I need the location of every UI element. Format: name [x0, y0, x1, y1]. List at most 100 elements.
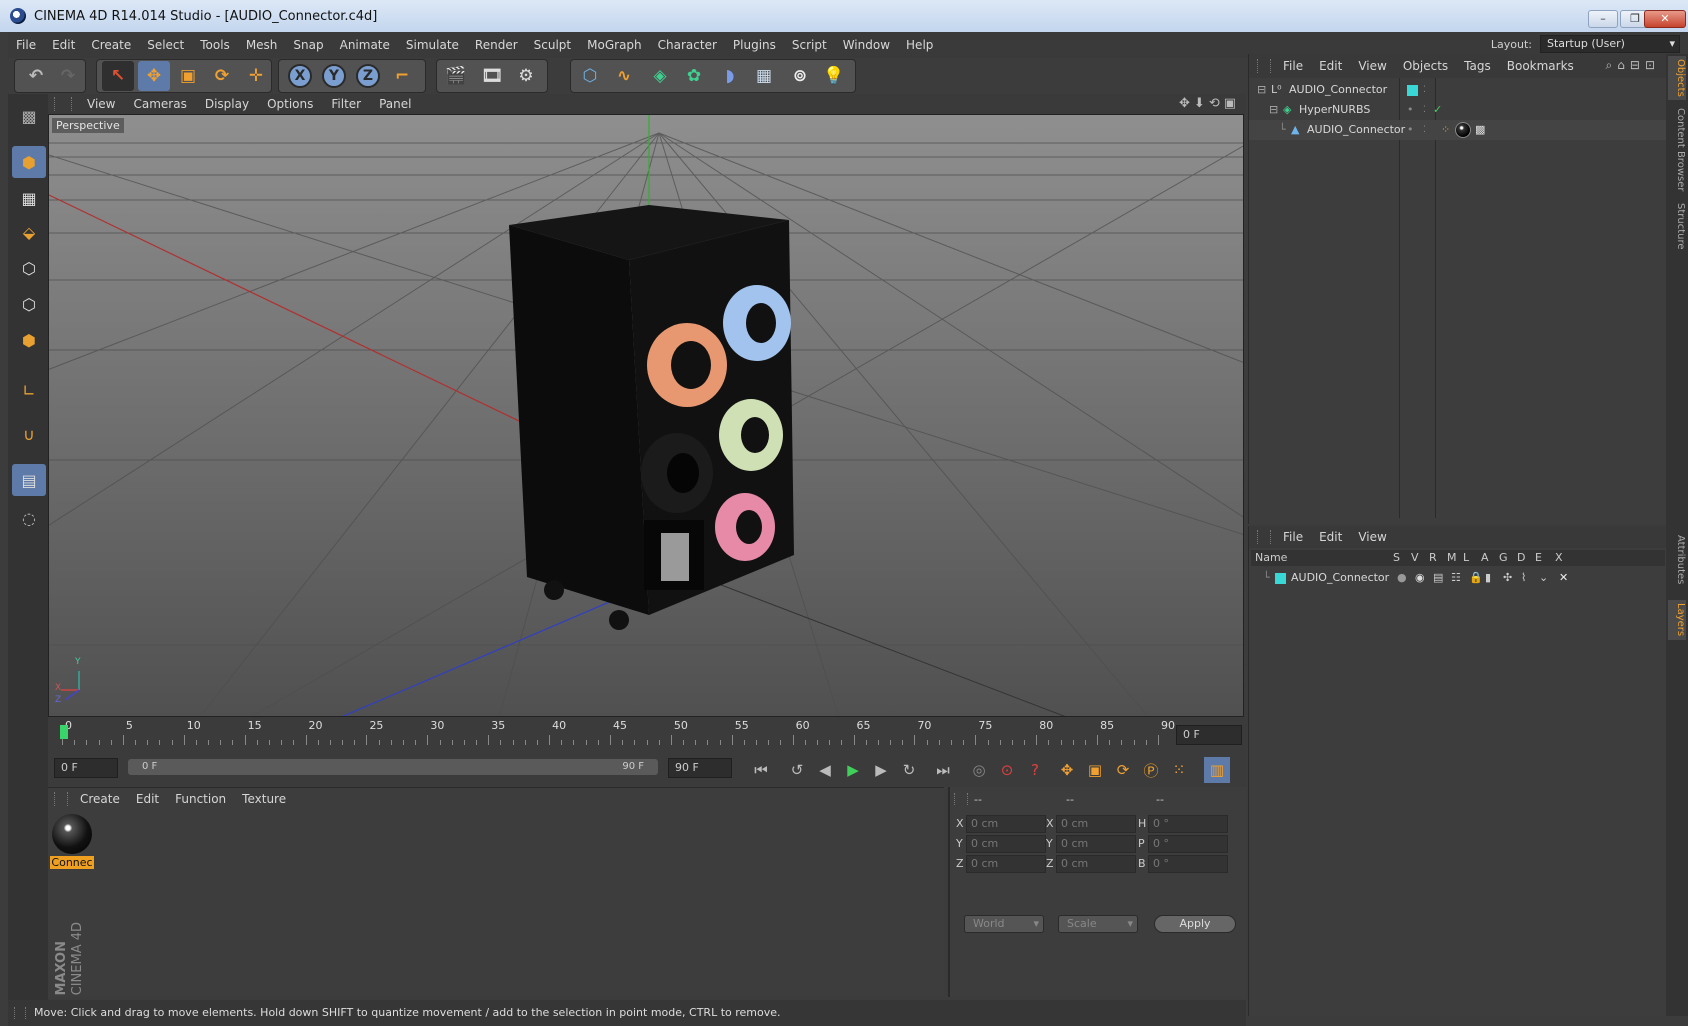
camera-icon[interactable]: ⊚ — [784, 61, 816, 91]
object-row-hypernurbs[interactable]: ⊟ ◈ HyperNURBS • ⁚ ✓ — [1249, 100, 1667, 120]
model-mode-icon[interactable]: ⬢ — [12, 146, 46, 178]
timeline-window-icon[interactable]: ▥ — [1204, 757, 1230, 783]
light-icon[interactable]: 💡 — [818, 61, 850, 91]
viewport-menu-options[interactable]: Options — [258, 94, 322, 114]
layer-column-s[interactable]: S — [1393, 551, 1400, 564]
polygons-mode-icon[interactable]: ⬢ — [12, 324, 46, 356]
rotate-tool-icon[interactable]: ⟳ — [206, 61, 238, 91]
menu-simulate[interactable]: Simulate — [398, 32, 467, 58]
layer-menu-file[interactable]: File — [1275, 526, 1311, 548]
render-icon[interactable]: ▤ — [1433, 568, 1443, 588]
layer-column-d[interactable]: D — [1517, 551, 1525, 564]
coord-value-field[interactable]: 0 ° — [1148, 855, 1228, 873]
make-editable-icon[interactable]: ▩ — [12, 100, 46, 132]
layer-menu-view[interactable]: View — [1350, 526, 1394, 548]
layout-dropdown[interactable]: Startup (User) ▾ — [1540, 35, 1680, 53]
deformer-icon[interactable]: ◗ — [714, 61, 746, 91]
coord-value-field[interactable]: 0 cm — [966, 815, 1046, 833]
tab-layers[interactable]: Layers — [1668, 600, 1686, 640]
render-picture-viewer-icon[interactable]: 🎞 — [476, 61, 508, 91]
object-menu-bookmarks[interactable]: Bookmarks — [1499, 54, 1582, 78]
x-axis-lock-icon[interactable]: X — [284, 61, 316, 91]
layer-column-g[interactable]: G — [1499, 551, 1508, 564]
layer-column-m[interactable]: M — [1447, 551, 1457, 564]
coordinate-system-icon[interactable]: ⌐ — [386, 61, 418, 91]
current-frame-field[interactable]: 0 F — [1176, 725, 1242, 745]
live-selection-icon[interactable]: ↖ — [102, 61, 134, 91]
play-icon[interactable]: ▶ — [840, 757, 866, 783]
snap-magnet-icon[interactable]: ∪ — [12, 418, 46, 450]
recent-tool-icon[interactable]: ✛ — [240, 61, 272, 91]
material-menu-create[interactable]: Create — [72, 788, 128, 810]
key-position-icon[interactable]: ✥ — [1054, 757, 1080, 783]
viewport-menu-view[interactable]: View — [78, 94, 124, 114]
menu-character[interactable]: Character — [650, 32, 725, 58]
sculpt-icon[interactable]: ◌ — [12, 502, 46, 534]
previous-keyframe-icon[interactable]: ↺ — [784, 757, 810, 783]
next-keyframe-icon[interactable]: ↻ — [896, 757, 922, 783]
view-eye-icon[interactable]: ◉ — [1415, 568, 1425, 588]
layer-column-e[interactable]: E — [1535, 551, 1542, 564]
redo-icon[interactable]: ↷ — [52, 61, 84, 91]
go-to-start-icon[interactable]: ⏮ — [748, 757, 774, 783]
autokey-icon[interactable]: ⊙ — [994, 757, 1020, 783]
coord-value-field[interactable]: 0 cm — [1056, 815, 1136, 833]
y-axis-lock-icon[interactable]: Y — [318, 61, 350, 91]
close-button[interactable]: ✕ — [1644, 10, 1686, 28]
undo-icon[interactable]: ↶ — [20, 61, 52, 91]
tab-objects[interactable]: Objects — [1668, 56, 1686, 100]
object-row-audio-connector[interactable]: └ ▲ AUDIO_Connector • ⁚ ⁘ ▩ — [1249, 120, 1667, 140]
uvw-tag-icon[interactable]: ▩ — [1475, 120, 1485, 140]
menu-animate[interactable]: Animate — [332, 32, 398, 58]
xref-icon[interactable]: ✕ — [1559, 568, 1568, 588]
manager-icon[interactable]: ☷ — [1451, 568, 1461, 588]
axis-mode-icon[interactable]: ∟ — [12, 374, 46, 406]
enabled-check-icon[interactable]: ✓ — [1433, 100, 1442, 120]
keyframe-selection-icon[interactable]: ? — [1022, 757, 1048, 783]
viewport-menu-display[interactable]: Display — [196, 94, 258, 114]
cube-primitive-icon[interactable]: ⬡ — [574, 61, 606, 91]
texture-mode-icon[interactable]: ▦ — [12, 182, 46, 214]
object-menu-file[interactable]: File — [1275, 54, 1311, 78]
menu-create[interactable]: Create — [83, 32, 139, 58]
apply-button[interactable]: Apply — [1154, 915, 1236, 933]
z-axis-lock-icon[interactable]: Z — [352, 61, 384, 91]
object-menu-objects[interactable]: Objects — [1395, 54, 1456, 78]
layer-row[interactable]: └ AUDIO_Connector ● ◉ ▤ ☷ 🔒 ▮ ✣ ⌇ ⌄ ✕ — [1249, 568, 1667, 588]
coord-value-field[interactable]: 0 cm — [966, 835, 1046, 853]
material-swatch[interactable]: Connec — [50, 814, 94, 874]
menu-window[interactable]: Window — [835, 32, 898, 58]
scale-dropdown[interactable]: Scale ▾ — [1058, 915, 1138, 933]
array-icon[interactable]: ✿ — [678, 61, 710, 91]
tab-structure[interactable]: Structure — [1668, 200, 1686, 252]
menu-edit[interactable]: Edit — [44, 32, 83, 58]
range-slider[interactable]: 0 F 90 F — [128, 759, 658, 775]
expand-icon[interactable]: ⊟ — [1269, 100, 1278, 120]
visibility-dots-icon[interactable]: ⁚ — [1423, 100, 1426, 120]
menu-snap[interactable]: Snap — [285, 32, 331, 58]
menu-file[interactable]: File — [8, 32, 44, 58]
menu-select[interactable]: Select — [139, 32, 192, 58]
menu-plugins[interactable]: Plugins — [725, 32, 784, 58]
edges-mode-icon[interactable]: ⬡ — [12, 288, 46, 320]
spline-icon[interactable]: ∿ — [608, 61, 640, 91]
object-menu-view[interactable]: View — [1350, 54, 1394, 78]
layer-column-x[interactable]: X — [1555, 551, 1563, 564]
step-back-icon[interactable]: ◀ — [812, 757, 838, 783]
animation-icon[interactable]: ▮ — [1485, 568, 1491, 588]
render-settings-icon[interactable]: ⚙ — [510, 61, 542, 91]
menu-mograph[interactable]: MoGraph — [579, 32, 650, 58]
menu-mesh[interactable]: Mesh — [238, 32, 286, 58]
phong-tag-icon[interactable]: ⁘ — [1441, 120, 1450, 140]
workplane-icon[interactable]: ⬙ — [12, 216, 46, 248]
material-menu-edit[interactable]: Edit — [128, 788, 167, 810]
record-disabled-icon[interactable]: ◎ — [966, 757, 992, 783]
nurbs-icon[interactable]: ◈ — [644, 61, 676, 91]
layer-column-l[interactable]: L — [1463, 551, 1469, 564]
generators-icon[interactable]: ✣ — [1503, 568, 1512, 588]
move-tool-icon[interactable]: ✥ — [138, 61, 170, 91]
viewport-menu-panel[interactable]: Panel — [370, 94, 420, 114]
menu-render[interactable]: Render — [467, 32, 526, 58]
expressions-icon[interactable]: ⌄ — [1539, 568, 1548, 588]
layer-color-swatch[interactable] — [1275, 573, 1286, 584]
